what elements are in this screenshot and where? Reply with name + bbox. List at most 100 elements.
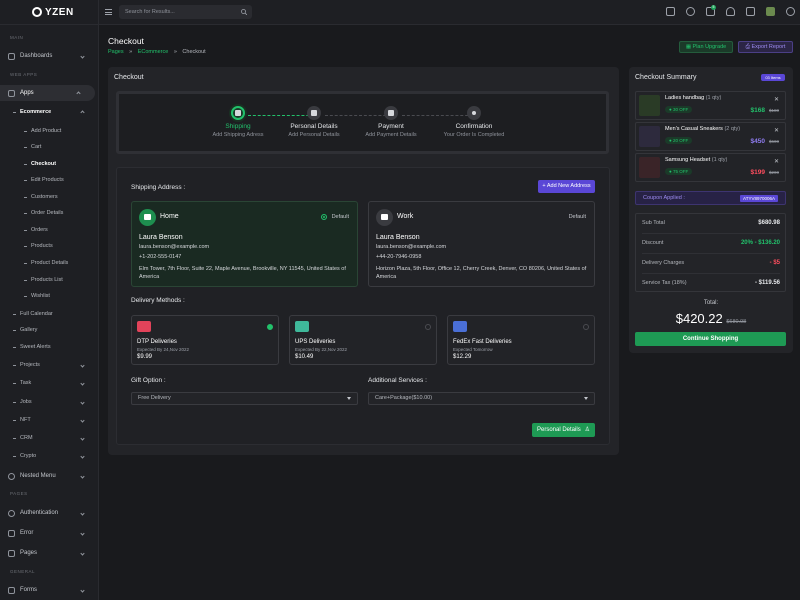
topbar: Search for Results... 5 <box>99 0 800 25</box>
address-name: Laura Benson <box>139 234 183 241</box>
sidebar-subitem-add-product[interactable]: Add Product <box>0 124 99 138</box>
sidebar-item-label: Apps <box>20 90 34 96</box>
button-label: Add New Address <box>546 183 591 189</box>
language-icon[interactable] <box>666 7 675 16</box>
sun-icon[interactable] <box>686 7 695 16</box>
sidebar-item-ecommerce[interactable]: Ecommerce <box>0 105 99 119</box>
sidebar-subitem-edit-products[interactable]: Edit Products <box>0 173 99 187</box>
cart-badge: 5 <box>711 5 716 10</box>
dash-icon <box>24 212 27 214</box>
avatar[interactable] <box>766 7 775 16</box>
dash-icon <box>13 111 16 113</box>
search-icon[interactable] <box>241 9 247 15</box>
sidebar-item-label: CRM <box>20 435 33 441</box>
sidebar-subitem-checkout[interactable]: Checkout <box>0 157 99 171</box>
product-name: Samsung Headset (1 qty) <box>665 157 727 163</box>
sidebar-item-label: Sweet Alerts <box>20 344 51 350</box>
sidebar-subitem-customers[interactable]: Customers <box>0 190 99 204</box>
delivery-name: FedEx Fast Deliveries <box>453 339 512 345</box>
delivery-option-ups[interactable]: UPS Deliveries Expected By 22,Nov 2022 $… <box>289 315 437 365</box>
dash-icon <box>13 419 16 421</box>
sidebar-item-authentication[interactable]: Authentication <box>0 505 99 521</box>
sidebar-item-projects[interactable]: Projects <box>0 358 99 372</box>
address-card-home[interactable]: Home Default Laura Benson laura.benson@e… <box>131 201 358 287</box>
dash-icon <box>24 262 27 264</box>
section-general: GENERAL <box>10 569 36 574</box>
close-icon[interactable]: ✕ <box>774 127 779 134</box>
continue-shopping-button[interactable]: Continue Shopping <box>635 332 786 346</box>
sidebar-item-forms[interactable]: Forms <box>0 582 99 598</box>
sidebar-item-task[interactable]: Task <box>0 376 99 390</box>
breadcrumb-pages[interactable]: Pages <box>108 49 124 55</box>
delivery-expected: Expected By 24,Nov 2022 <box>137 347 190 352</box>
additional-services-select[interactable]: Care+Package($10.00) <box>368 392 595 405</box>
sidebar-item-crm[interactable]: CRM <box>0 431 99 445</box>
sidebar-item-apps[interactable]: Apps <box>0 85 95 101</box>
select-value: Free Delivery <box>138 395 171 401</box>
product-title: Samsung Headset <box>665 157 711 163</box>
gear-icon[interactable] <box>786 7 795 16</box>
address-street: Elm Tower, 7th Floor, Suite 22, Maple Av… <box>139 266 346 280</box>
sidebar-subitem-product-details[interactable]: Product Details <box>0 256 99 270</box>
gift-option-select[interactable]: Free Delivery <box>131 392 358 405</box>
sidebar-item-full-calendar[interactable]: Full Calendar <box>0 307 99 321</box>
default-radio[interactable] <box>321 214 327 220</box>
sidebar-item-pages[interactable]: Pages <box>0 545 99 561</box>
chevron-up-icon <box>80 109 85 115</box>
delivery-radio[interactable] <box>583 324 589 330</box>
checkout-title: Checkout <box>114 74 144 81</box>
chevron-down-icon <box>80 473 85 479</box>
row-label: Sub Total <box>642 220 665 226</box>
sidebar-item-gallery[interactable]: Gallery <box>0 323 99 337</box>
export-report-button[interactable]: ⎙ Export Report <box>738 41 793 53</box>
coupon-code[interactable]: ATYV8970006A <box>740 195 778 202</box>
sidebar-subitem-order-details[interactable]: Order Details <box>0 206 99 220</box>
product-price: $199 <box>750 169 765 176</box>
step-confirmation[interactable]: Confirmation Your Order Is Completed <box>424 94 524 138</box>
chevron-up-icon <box>76 90 81 96</box>
sidebar-item-error[interactable]: Error <box>0 525 99 541</box>
user-card-icon <box>307 106 321 120</box>
chevron-down-icon <box>80 435 85 441</box>
dash-icon <box>13 346 16 348</box>
sidebar-item-nested-menu[interactable]: Nested Menu <box>0 468 99 484</box>
close-icon[interactable]: ✕ <box>774 96 779 103</box>
apps-grid-icon[interactable] <box>746 7 755 16</box>
add-new-address-button[interactable]: + Add New Address <box>538 180 595 193</box>
delivery-radio[interactable] <box>425 324 431 330</box>
sidebar-subitem-cart[interactable]: Cart <box>0 140 99 154</box>
bell-icon[interactable] <box>726 7 735 16</box>
delivery-radio[interactable] <box>267 324 273 330</box>
close-icon[interactable]: ✕ <box>774 158 779 165</box>
totals-row-subtotal: Sub Total $680.98 <box>642 214 780 234</box>
additional-services-label: Additional Services : <box>368 377 427 384</box>
layers-icon <box>8 472 15 480</box>
sidebar-item-crypto[interactable]: Crypto <box>0 449 99 463</box>
personal-details-button[interactable]: Personal Details ♙ <box>532 423 595 437</box>
chevron-down-icon <box>80 380 85 386</box>
menu-toggle-icon[interactable] <box>105 9 112 15</box>
address-card-work[interactable]: Work Default Laura Benson laura.benson@e… <box>368 201 595 287</box>
search-input[interactable]: Search for Results... <box>119 5 252 19</box>
handbag-image <box>639 95 660 116</box>
delivery-option-fedex[interactable]: FedEx Fast Deliveries Expected Tomorrow … <box>447 315 595 365</box>
headset-image <box>639 157 660 178</box>
sidebar-item-sweet-alerts[interactable]: Sweet Alerts <box>0 340 99 354</box>
sidebar-subitem-wishlist[interactable]: Wishlist <box>0 289 99 303</box>
sidebar-subitem-products-list[interactable]: Products List <box>0 273 99 287</box>
logo[interactable]: YZEN <box>0 0 98 25</box>
delivery-name: DTP Deliveries <box>137 339 177 345</box>
cart-item: Men's Casual Sneakers (2 qty) ● 20 OFF $… <box>635 122 786 151</box>
sidebar-item-jobs[interactable]: Jobs <box>0 395 99 409</box>
sidebar-item-label: Gallery <box>20 327 38 333</box>
chevron-down-icon <box>80 453 85 459</box>
sidebar-subitem-products[interactable]: Products <box>0 239 99 253</box>
sidebar-item-dashboards[interactable]: Dashboards <box>0 48 99 64</box>
delivery-option-dtp[interactable]: DTP Deliveries Expected By 24,Nov 2022 $… <box>131 315 279 365</box>
breadcrumb-ecommerce[interactable]: ECommerce <box>138 49 169 55</box>
address-type: Home <box>160 213 179 220</box>
plan-upgrade-button[interactable]: ▦ Plan Upgrade <box>679 41 733 53</box>
totals-row-discount: Discount 20% - $136.20 <box>642 234 780 254</box>
sidebar-item-nft[interactable]: NFT <box>0 413 99 427</box>
sidebar-subitem-orders[interactable]: Orders <box>0 223 99 237</box>
